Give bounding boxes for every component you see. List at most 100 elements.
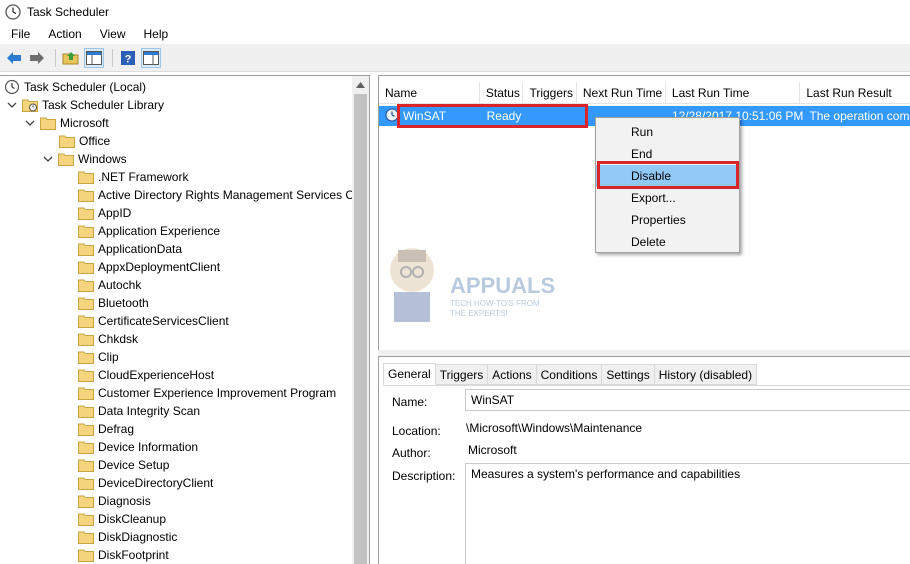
tree-item-label: DiskFootprint [98, 548, 169, 562]
up-folder-icon [62, 51, 79, 64]
context-menu-properties[interactable]: Properties [596, 209, 739, 231]
tree-item-label: Task Scheduler (Local) [24, 80, 147, 94]
tree-item-windows-child[interactable]: CloudExperienceHost [78, 366, 214, 384]
forward-button[interactable] [27, 48, 47, 68]
toolbar-separator [112, 48, 113, 67]
tree-item-label: CertificateServicesClient [98, 314, 229, 328]
context-menu-delete[interactable]: Delete [596, 231, 739, 253]
menu-file[interactable]: File [0, 27, 37, 41]
tree-item-windows-child[interactable]: Diagnosis [78, 492, 151, 510]
tree-item-windows-child[interactable]: Chkdsk [78, 330, 138, 348]
tree-item-windows-child[interactable]: DiskDiagnostic [78, 528, 177, 546]
task-list-header: Name Status Triggers Next Run Time Last … [379, 82, 910, 104]
tree-item-windows-child[interactable]: Data Integrity Scan [78, 402, 200, 420]
tree-item-label: Windows [78, 152, 127, 166]
tab-conditions[interactable]: Conditions [536, 364, 603, 385]
tree-item-windows-child[interactable]: Autochk [78, 276, 141, 294]
folder-icon [78, 476, 94, 490]
tab-general[interactable]: General [383, 363, 436, 385]
tree-item-windows[interactable]: Windows [42, 150, 127, 168]
tree-item-task-scheduler-local[interactable]: Task Scheduler (Local) [4, 78, 146, 96]
menu-view[interactable]: View [89, 27, 133, 41]
tree-item-label: Device Information [98, 440, 199, 454]
show-hide-action-pane-button[interactable] [141, 47, 161, 68]
tree-item-windows-child[interactable]: Bluetooth [78, 294, 149, 312]
folder-icon [78, 368, 94, 382]
tree-item-windows-child[interactable]: AppxDeploymentClient [78, 258, 220, 276]
svg-text:?: ? [125, 53, 132, 65]
folder-icon [78, 332, 94, 346]
tab-history[interactable]: History (disabled) [654, 364, 758, 385]
folder-icon [78, 548, 94, 562]
tree-item-windows-child[interactable]: Customer Experience Improvement Program [78, 384, 336, 402]
column-header-next-run-time[interactable]: Next Run Time [577, 82, 666, 104]
column-header-triggers[interactable]: Triggers [523, 82, 577, 104]
context-menu-run[interactable]: Run [596, 121, 739, 143]
name-field[interactable]: WinSAT [465, 389, 910, 411]
folder-icon [78, 278, 94, 292]
tree-item-windows-child[interactable]: Device Information [78, 438, 198, 456]
folder-icon [78, 494, 94, 508]
context-menu-disable[interactable]: Disable [596, 165, 739, 187]
tree-item-label: DiskCleanup [98, 512, 167, 526]
tree-item-windows-child[interactable]: Active Directory Rights Management Servi… [78, 186, 352, 204]
watermark-title: APPUALS [450, 273, 555, 298]
tree-item-windows-child[interactable]: AppID [78, 204, 131, 222]
column-header-last-run-result[interactable]: Last Run Result [800, 82, 910, 104]
tree-item-windows-child[interactable]: .NET Framework [78, 168, 188, 186]
column-header-status[interactable]: Status [480, 82, 524, 104]
help-icon: ? [121, 50, 135, 65]
scrollbar-thumb[interactable] [354, 94, 367, 564]
tab-triggers[interactable]: Triggers [435, 364, 489, 385]
chevron-down-icon[interactable] [6, 99, 18, 111]
tree-item-microsoft[interactable]: Microsoft [24, 114, 109, 132]
tree-item-windows-child[interactable]: Clip [78, 348, 119, 366]
folder-icon [78, 188, 94, 202]
toolbar: ? [0, 44, 910, 72]
tree-item-windows-child[interactable]: CertificateServicesClient [78, 312, 229, 330]
show-hide-console-tree-button[interactable] [84, 47, 104, 68]
tree-item-label: Active Directory Rights Management Servi… [98, 188, 352, 202]
tree-item-windows-child[interactable]: DiskCleanup [78, 510, 166, 528]
tree-item-task-scheduler-library[interactable]: Task Scheduler Library [6, 96, 164, 114]
tree-item-office[interactable]: Office [59, 132, 110, 150]
tree-item-label: AppxDeploymentClient [98, 260, 221, 274]
folder-icon [59, 134, 75, 148]
help-button[interactable]: ? [118, 48, 138, 68]
tree-item-label: Office [79, 134, 111, 148]
description-field[interactable]: Measures a system's performance and capa… [465, 463, 910, 564]
back-button[interactable] [4, 48, 24, 68]
tree-item-label: DiskDiagnostic [98, 530, 178, 544]
tree-item-windows-child[interactable]: Defrag [78, 420, 134, 438]
folder-icon [78, 422, 94, 436]
menu-action[interactable]: Action [37, 27, 88, 41]
name-label: Name: [392, 395, 428, 409]
menu-help[interactable]: Help [133, 27, 176, 41]
chevron-down-icon[interactable] [24, 117, 36, 129]
tree-item-windows-child[interactable]: ApplicationData [78, 240, 182, 258]
folder-icon [78, 530, 94, 544]
tree-item-windows-child[interactable]: Application Experience [78, 222, 220, 240]
chevron-down-icon[interactable] [42, 153, 54, 165]
folder-icon [78, 206, 94, 220]
up-folder-button[interactable] [61, 48, 81, 68]
scroll-up-arrow-icon[interactable] [352, 76, 369, 93]
author-label: Author: [392, 446, 431, 460]
folder-icon [78, 386, 94, 400]
folder-icon [58, 152, 74, 166]
folder-icon [78, 512, 94, 526]
tree-item-label: Device Setup [98, 458, 170, 472]
tab-settings[interactable]: Settings [602, 364, 655, 385]
tree-item-windows-child[interactable]: Device Setup [78, 456, 169, 474]
column-header-name[interactable]: Name [379, 82, 480, 104]
author-value: Microsoft [468, 443, 517, 457]
column-header-last-run-time[interactable]: Last Run Time [666, 82, 801, 104]
tree-scrollbar[interactable] [352, 76, 369, 564]
context-menu-end[interactable]: End [596, 143, 739, 165]
tree-item-windows-child[interactable]: DeviceDirectoryClient [78, 474, 213, 492]
context-menu-export[interactable]: Export... [596, 187, 739, 209]
toolbar-separator [55, 48, 56, 67]
tree-item-label: DeviceDirectoryClient [98, 476, 214, 490]
tab-actions[interactable]: Actions [488, 364, 537, 385]
tree-item-windows-child[interactable]: DiskFootprint [78, 546, 169, 564]
